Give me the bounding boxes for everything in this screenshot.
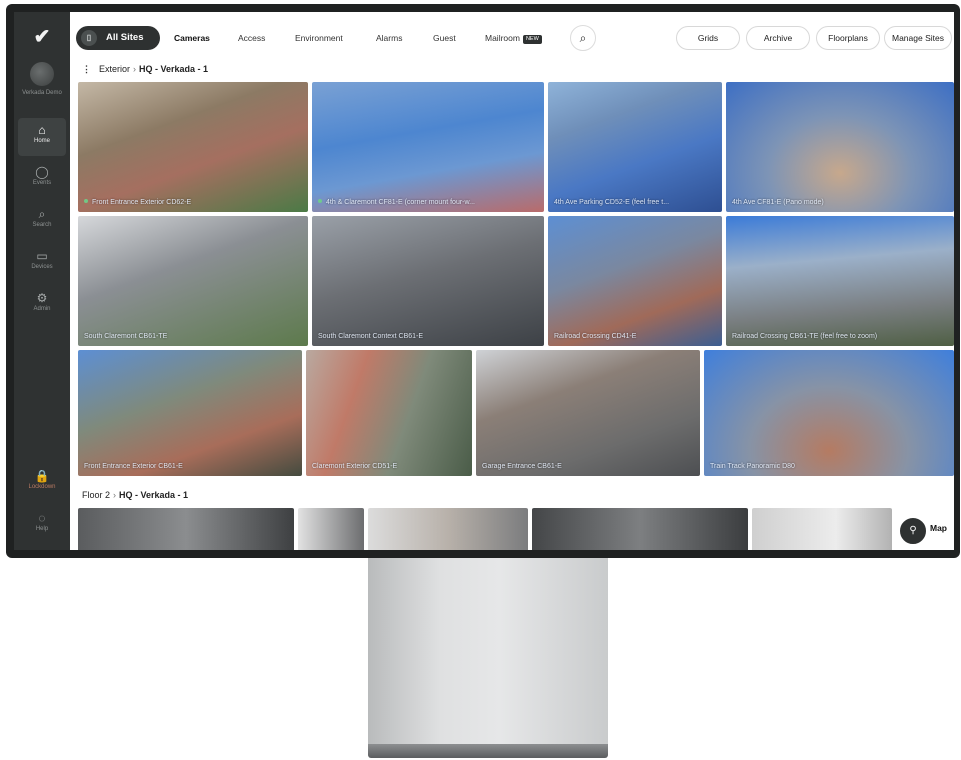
monitor-stand-base	[368, 744, 608, 758]
archive-button[interactable]: Archive	[746, 26, 810, 50]
new-badge: NEW	[522, 35, 542, 44]
workspace-name: Verkada Demo	[22, 90, 62, 96]
lock-icon: 🔒	[34, 469, 50, 483]
status-dot	[318, 199, 322, 203]
camera-label: 4th Ave CF81-E (Pano mode)	[732, 199, 824, 206]
main-content: ▯ All Sites Cameras Access Environment A…	[70, 12, 954, 550]
camera-tile[interactable]	[368, 508, 528, 550]
screen: ✔ Verkada Demo ⌂ Home ◯ Events ⌕ Search …	[14, 12, 954, 550]
camera-label: Garage Entrance CB61-E	[482, 463, 562, 470]
tab-mailroom[interactable]: Mailroom NEW	[485, 26, 542, 50]
chat-icon: ◌	[38, 511, 46, 525]
grids-button[interactable]: Grids	[676, 26, 740, 50]
sidebar-item-label: Help	[35, 526, 49, 532]
monitor-bezel: ✔ Verkada Demo ⌂ Home ◯ Events ⌕ Search …	[6, 4, 960, 558]
map-icon: ⚲	[898, 516, 928, 546]
camera-tile[interactable]: 4th & Claremont CF81-E (corner mount fou…	[312, 82, 544, 212]
camera-label: Train Track Panoramic D80	[710, 463, 795, 470]
gear-icon: ⚙	[36, 291, 48, 305]
status-dot	[84, 199, 88, 203]
camera-tile[interactable]: Railroad Crossing CD41-E	[548, 216, 722, 346]
sidebar-item-admin[interactable]: ⚙ Admin	[18, 286, 66, 324]
camera-tile[interactable]: 4th Ave CF81-E (Pano mode)	[726, 82, 954, 212]
camera-label: Railroad Crossing CD41-E	[554, 333, 637, 340]
section-menu-icon[interactable]: ⋮	[82, 64, 91, 74]
tab-cameras[interactable]: Cameras	[174, 26, 210, 50]
sidebar-item-home[interactable]: ⌂ Home	[18, 118, 66, 156]
tab-alarms[interactable]: Alarms	[376, 26, 402, 50]
search-icon: ⌕	[38, 207, 46, 221]
camera-tile[interactable]	[298, 508, 364, 550]
map-button[interactable]: ⚲ Map	[896, 514, 952, 546]
sidebar-item-label: Admin	[33, 306, 51, 312]
chevron-right-icon: ›	[133, 64, 137, 74]
search-icon: ⌕	[579, 31, 587, 45]
site-selector-icon: ▯	[81, 30, 97, 46]
camera-label: South Claremont CB61-TE	[84, 333, 168, 340]
all-sites-label: All Sites	[106, 32, 144, 43]
sidebar-item-label: Lockdown	[28, 484, 56, 490]
workspace-avatar[interactable]	[30, 62, 54, 86]
sidebar-item-help[interactable]: ◌ Help	[18, 506, 66, 544]
camera-label: Claremont Exterior CD51-E	[312, 463, 398, 470]
section-parent[interactable]: Floor 2	[82, 490, 110, 500]
all-sites-button[interactable]: ▯ All Sites	[76, 26, 160, 50]
sidebar-item-label: Devices	[31, 264, 53, 270]
chevron-right-icon: ›	[113, 490, 117, 500]
tab-access[interactable]: Access	[238, 26, 265, 50]
camera-tile[interactable]: Railroad Crossing CB61-TE (feel free to …	[726, 216, 954, 346]
sidebar: ✔ Verkada Demo ⌂ Home ◯ Events ⌕ Search …	[14, 12, 70, 550]
sidebar-item-label: Events	[32, 180, 52, 186]
section-title-floor2: Floor 2 › HQ - Verkada - 1	[82, 490, 188, 500]
camera-tile[interactable]: Train Track Panoramic D80	[704, 350, 954, 476]
manage-sites-button[interactable]: Manage Sites	[884, 26, 952, 50]
section-site: HQ - Verkada - 1	[139, 64, 209, 74]
map-label: Map	[930, 523, 947, 533]
section-title-exterior: ⋮ Exterior › HQ - Verkada - 1	[82, 64, 208, 75]
camera-label: South Claremont Context CB61-E	[318, 333, 424, 340]
camera-tile[interactable]	[78, 508, 294, 550]
camera-label: Front Entrance Exterior CD62-E	[84, 199, 191, 206]
camera-label: Railroad Crossing CB61-TE (feel free to …	[732, 333, 878, 340]
tab-environment[interactable]: Environment	[295, 26, 343, 50]
floorplans-button[interactable]: Floorplans	[816, 26, 880, 50]
section-site: HQ - Verkada - 1	[119, 490, 189, 500]
tab-mailroom-label: Mailroom	[485, 33, 520, 43]
sidebar-item-devices[interactable]: ▭ Devices	[18, 244, 66, 282]
camera-label: 4th Ave Parking CD52-E (feel free t...	[554, 199, 670, 206]
camera-tile[interactable]	[752, 508, 892, 550]
top-nav: ▯ All Sites Cameras Access Environment A…	[70, 12, 954, 58]
sidebar-item-search[interactable]: ⌕ Search	[18, 202, 66, 240]
bell-icon: ◯	[35, 165, 49, 179]
camera-label: 4th & Claremont CF81-E (corner mount fou…	[318, 199, 475, 206]
sidebar-item-events[interactable]: ◯ Events	[18, 160, 66, 198]
camera-tile[interactable]: South Claremont CB61-TE	[78, 216, 308, 346]
camera-label: Front Entrance Exterior CB61-E	[84, 463, 183, 470]
camera-tile[interactable]: Claremont Exterior CD51-E	[306, 350, 472, 476]
tab-guest[interactable]: Guest	[433, 26, 456, 50]
devices-icon: ▭	[36, 249, 48, 263]
sidebar-item-label: Home	[33, 138, 50, 144]
verkada-logo-icon[interactable]: ✔	[30, 26, 54, 48]
section-parent[interactable]: Exterior	[99, 64, 130, 74]
home-icon: ⌂	[38, 123, 46, 137]
search-button[interactable]: ⌕	[570, 25, 596, 51]
sidebar-item-lockdown[interactable]: 🔒 Lockdown	[18, 464, 66, 502]
camera-tile[interactable]: South Claremont Context CB61-E	[312, 216, 544, 346]
camera-tile[interactable]: 4th Ave Parking CD52-E (feel free t...	[548, 82, 722, 212]
camera-tile[interactable]: Garage Entrance CB61-E	[476, 350, 700, 476]
monitor-stand	[368, 558, 608, 744]
sidebar-item-label: Search	[32, 222, 52, 228]
camera-tile[interactable]: Front Entrance Exterior CB61-E	[78, 350, 302, 476]
camera-tile[interactable]	[532, 508, 748, 550]
camera-tile[interactable]: Front Entrance Exterior CD62-E	[78, 82, 308, 212]
